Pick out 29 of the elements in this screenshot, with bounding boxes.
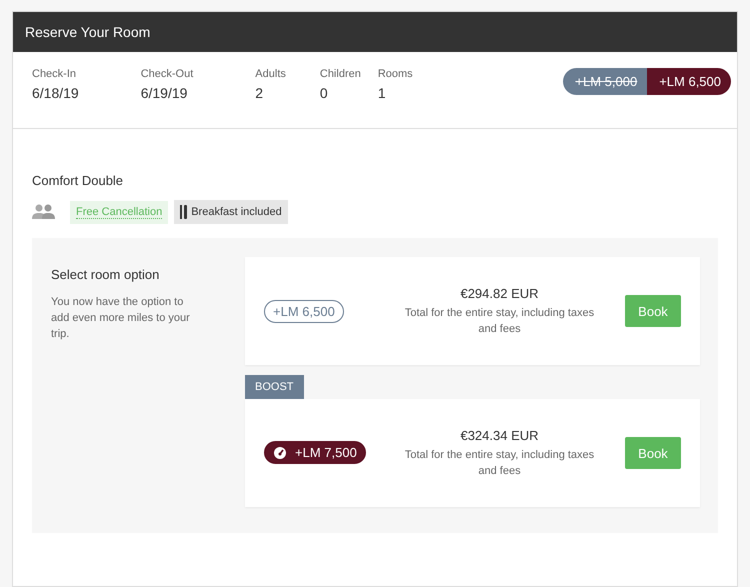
stat-label: Adults <box>255 68 286 80</box>
miles-value: +LM 6,500 <box>273 304 335 318</box>
page-title: Reserve Your Room <box>25 24 150 40</box>
stat-value: 6/19/19 <box>140 85 188 101</box>
stat-value: 1 <box>378 85 387 101</box>
miles-badge: +LM 6,500 <box>647 68 731 95</box>
book-button[interactable]: Book <box>625 295 681 327</box>
miles-value: +LM 7,500 <box>295 445 357 460</box>
gauge-icon <box>273 446 287 460</box>
stat-value: 2 <box>255 85 264 101</box>
book-button[interactable]: Book <box>625 437 681 469</box>
stat-value: 6/18/19 <box>32 85 79 101</box>
guests-icon <box>32 204 56 220</box>
boost-label: BOOST <box>245 375 304 399</box>
options-description: You now have the option to add even more miles to your trip. <box>51 295 191 342</box>
option-price: €294.82 EUR <box>460 286 539 300</box>
price-note: Total for the entire stay, including taxes and fees <box>404 448 596 478</box>
stat-label: Children <box>320 68 361 80</box>
price-note: Total for the entire stay, including taxes and fees <box>404 306 596 336</box>
option-price: €324.34 EUR <box>460 428 539 442</box>
free-cancellation-link[interactable]: Free Cancellation <box>70 200 168 224</box>
stat-value: 0 <box>320 85 329 101</box>
old-miles-badge: +LM 5,000 <box>563 68 648 95</box>
room-name: Comfort Double <box>32 173 124 188</box>
stat-label: Rooms <box>378 68 413 80</box>
stat-label: Check-In <box>32 68 78 80</box>
amenity-label: Breakfast included <box>191 206 282 218</box>
options-title: Select room option <box>51 267 160 282</box>
stat-label: Check-Out <box>140 68 194 80</box>
